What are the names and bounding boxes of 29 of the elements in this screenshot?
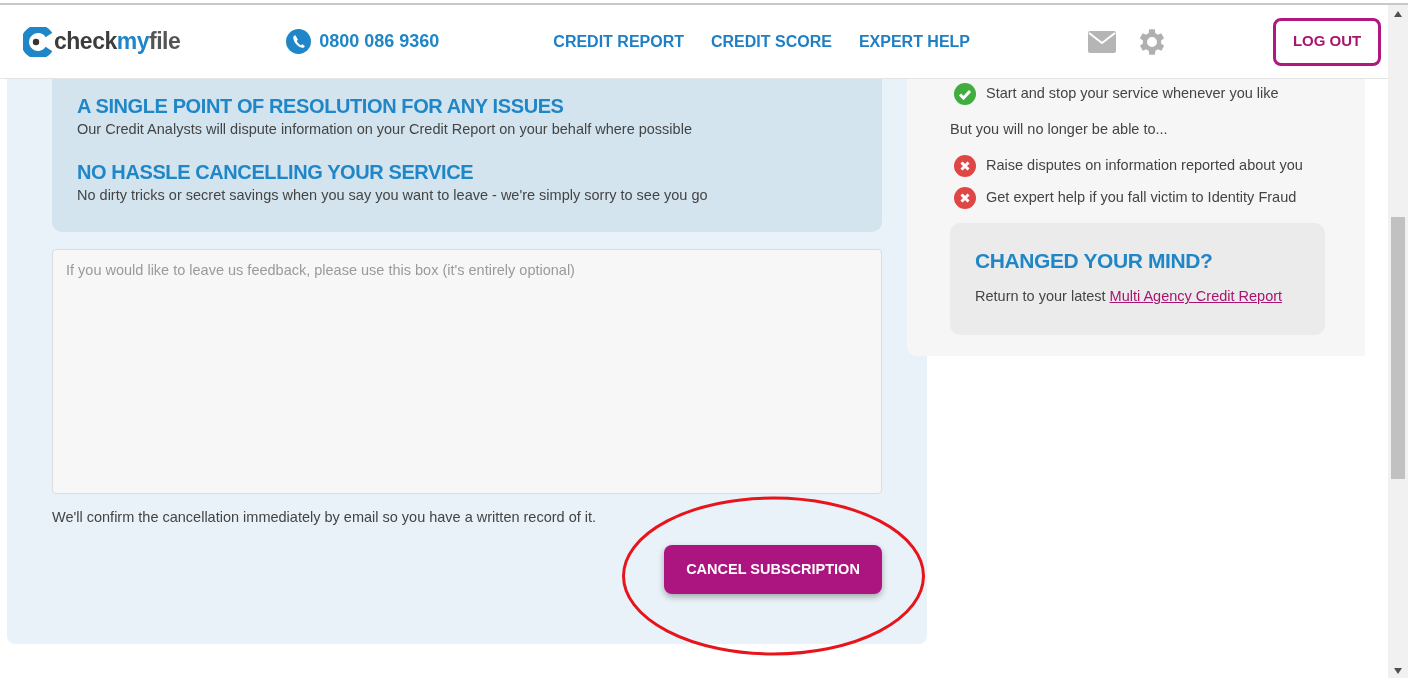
phone-link[interactable]: 0800 086 9360 (319, 28, 440, 55)
benefit-title: A SINGLE POINT OF RESOLUTION FOR ANY ISSUES (77, 94, 565, 119)
list-text: Raise disputes on information reported about you (986, 155, 1303, 175)
logout-button[interactable]: LOG OUT (1273, 17, 1382, 66)
cross-icon (954, 154, 976, 177)
return-text: Return to your latest Multi Agency Credit Report (975, 287, 1284, 307)
benefit-text: Our Credit Analysts will dispute information on your Credit Report on your behalf where possible (77, 120, 693, 139)
scroll-thumb[interactable] (1391, 217, 1405, 479)
scroll-up-icon[interactable] (1394, 11, 1402, 17)
benefit-title: NO HASSLE CANCELLING YOUR SERVICE (77, 159, 475, 185)
logo-icon (23, 26, 53, 57)
scroll-down-icon[interactable] (1394, 668, 1402, 674)
cancel-subscription-button[interactable]: CANCEL SUBSCRIPTION (664, 545, 882, 595)
check-icon (954, 83, 976, 105)
nav-link[interactable]: CREDIT SCORE (711, 29, 832, 54)
nav-link[interactable]: EXPERT HELP (858, 29, 971, 54)
confirm-note: We'll confirm the cancellation immediately by email so you have a written record of it. (52, 507, 598, 527)
list-text: Get expert help if you fall victim to Identity Fraud (986, 187, 1297, 207)
benefit-text: No dirty tricks or secret savings when you say you want to leave - we're simply sorry to see you go (77, 185, 709, 205)
report-link[interactable]: Multi Agency Credit Report (1109, 288, 1283, 305)
nav-link[interactable]: CREDIT REPORT (553, 29, 684, 54)
mail-icon[interactable] (1087, 29, 1118, 54)
cross-icon (954, 186, 976, 209)
feedback-field[interactable]: If you would like to leave us feedback, please use this box (it's entirely optional) (52, 248, 882, 494)
logo[interactable]: checkmyfile (54, 24, 181, 59)
phone-icon (286, 29, 312, 54)
intro-text: But you will no longer be able to... (950, 120, 1169, 139)
changed-mind-title: CHANGED YOUR MIND? (975, 247, 1214, 274)
list-text: Start and stop your service whenever you like (986, 84, 1279, 104)
